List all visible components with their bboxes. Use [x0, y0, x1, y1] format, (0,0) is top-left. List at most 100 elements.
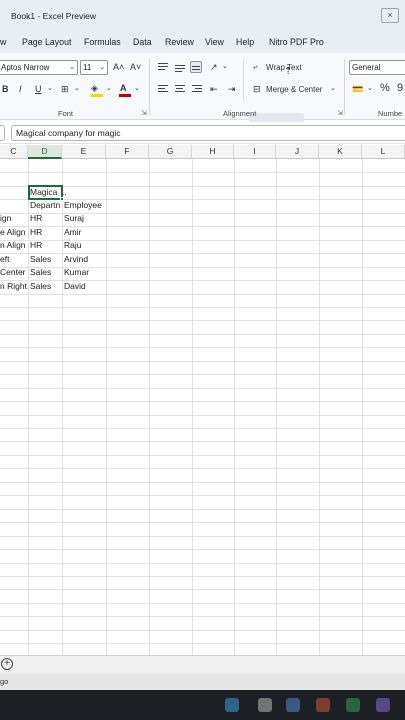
grid-line — [0, 643, 405, 645]
italic-button[interactable]: I — [19, 82, 22, 96]
font-color-icon[interactable]: A — [120, 81, 127, 95]
cell-d[interactable]: HR — [28, 239, 62, 252]
cell-e[interactable]: Suraj — [62, 212, 106, 225]
align-left-icon[interactable] — [157, 84, 169, 96]
column-header-h[interactable]: H — [192, 145, 234, 159]
tab-page-layout[interactable]: Page Layout — [22, 37, 71, 47]
cell-e[interactable]: Kumar — [62, 266, 106, 279]
shrink-font-button[interactable]: A˅ — [130, 60, 141, 74]
taskbar-app-icon[interactable] — [258, 698, 272, 712]
column-header-g[interactable]: G — [149, 145, 192, 159]
percent-button[interactable]: % — [380, 81, 390, 95]
close-icon[interactable]: × — [381, 8, 399, 23]
align-right-icon[interactable] — [191, 84, 203, 96]
tab-nitro-pdf[interactable]: Nitro PDF Pro — [269, 37, 324, 47]
grid-line — [106, 159, 107, 655]
fill-color-swatch — [91, 94, 103, 97]
align-top-icon[interactable] — [157, 62, 169, 74]
tab-data[interactable]: Data — [133, 37, 152, 47]
grid-line — [0, 549, 405, 550]
cell-c[interactable]: ign — [0, 212, 28, 225]
cell-d[interactable]: Sales — [28, 280, 62, 293]
cell-d[interactable]: HR — [28, 226, 62, 239]
column-header-k[interactable]: K — [319, 145, 362, 159]
currency-icon[interactable]: 💳 — [352, 82, 363, 96]
grid-line — [0, 428, 405, 429]
cell-c[interactable]: n Right — [0, 280, 28, 293]
add-sheet-icon[interactable]: + — [1, 658, 13, 670]
wrap-text-icon: ⤶ — [253, 62, 258, 71]
border-icon[interactable]: ⊞ — [61, 82, 69, 96]
fill-handle[interactable] — [60, 197, 64, 201]
taskbar-app-icon[interactable] — [316, 698, 330, 712]
cell-c[interactable]: e Align — [0, 226, 28, 239]
column-header-j[interactable]: J — [276, 145, 319, 159]
merge-center-button[interactable]: Merge & Center — [266, 83, 322, 97]
column-header-f[interactable]: F — [106, 145, 149, 159]
active-cell-selection — [28, 185, 63, 200]
cell-e[interactable]: David — [62, 280, 106, 293]
ribbon-separator — [149, 59, 150, 115]
font-color-swatch — [119, 94, 131, 97]
cell-d[interactable]: HR — [28, 212, 62, 225]
comma-style-button[interactable]: 9 — [397, 81, 403, 95]
font-name-value: Aptos Narrow — [1, 63, 50, 72]
alignment-group-label: Alignment — [223, 109, 257, 118]
tab-view[interactable]: View — [205, 37, 224, 47]
underline-button[interactable]: U — [35, 82, 42, 96]
formula-input[interactable]: Magical company for magic — [11, 125, 405, 141]
align-middle-icon[interactable] — [174, 62, 186, 74]
bold-button[interactable]: B — [2, 82, 9, 96]
name-box[interactable] — [0, 125, 5, 141]
column-header-c[interactable]: C — [0, 145, 28, 159]
font-size-select[interactable]: 11 ⌄ — [80, 60, 108, 75]
cell-e-header[interactable]: Employee — [62, 199, 106, 212]
dropdown-icon[interactable]: ⌄ — [222, 60, 228, 74]
tab-help[interactable]: Help — [236, 37, 254, 47]
column-header-e[interactable]: E — [62, 145, 106, 159]
dropdown-icon[interactable]: ⌄ — [106, 82, 112, 96]
cell-d[interactable]: Sales — [28, 266, 62, 279]
tab-formulas[interactable]: Formulas — [84, 37, 121, 47]
grid-line — [0, 414, 405, 416]
column-header-l[interactable]: L — [362, 145, 405, 159]
tab-draw[interactable]: w — [0, 37, 6, 47]
taskbar-app-icon[interactable] — [346, 698, 360, 712]
dropdown-icon[interactable]: ⌄ — [330, 82, 336, 96]
cell-c[interactable]: n Align — [0, 239, 28, 252]
font-group-label: Font — [58, 109, 74, 118]
number-format-select[interactable]: General — [349, 60, 405, 75]
cell-d-header[interactable]: Departn — [28, 199, 62, 212]
tab-review[interactable]: Review — [165, 37, 194, 47]
align-center-icon[interactable] — [174, 84, 186, 96]
dropdown-icon[interactable]: ⌄ — [367, 82, 373, 96]
dropdown-icon[interactable]: ⌄ — [74, 82, 80, 96]
spreadsheet-grid[interactable]: C D E F G H I J K L Magica .. Departn Em… — [0, 145, 405, 655]
cell-d[interactable]: Sales — [28, 253, 62, 266]
ribbon-separator — [344, 59, 345, 115]
cell-c[interactable]: Center — [0, 266, 28, 279]
column-header-i[interactable]: I — [234, 145, 276, 159]
taskbar-app-icon[interactable] — [225, 698, 239, 712]
dialog-launcher-icon[interactable]: ⇲ — [337, 109, 343, 117]
cell-c[interactable]: eft — [0, 253, 28, 266]
font-name-select[interactable]: Aptos Narrow ⌄ — [0, 60, 78, 75]
grid-line — [0, 468, 405, 470]
grid-line — [0, 172, 405, 174]
align-bottom-icon[interactable] — [190, 61, 202, 73]
grow-font-button[interactable]: A˄ — [113, 60, 124, 74]
fill-color-icon[interactable]: ◈ — [91, 81, 98, 95]
dialog-launcher-icon[interactable]: ⇲ — [141, 109, 147, 117]
taskbar-app-icon[interactable] — [286, 698, 300, 712]
decrease-indent-icon[interactable]: ⇤ — [210, 82, 218, 96]
orientation-icon[interactable]: ↗ — [210, 60, 218, 74]
taskbar-app-icon[interactable] — [376, 698, 390, 712]
cell-e[interactable]: Raju — [62, 239, 106, 252]
dropdown-icon: ⌄ — [69, 64, 75, 71]
cell-e[interactable]: Amir — [62, 226, 106, 239]
increase-indent-icon[interactable]: ⇥ — [228, 82, 236, 96]
dropdown-icon[interactable]: ⌄ — [47, 82, 53, 96]
cell-e[interactable]: Arvind — [62, 253, 106, 266]
dropdown-icon[interactable]: ⌄ — [134, 82, 140, 96]
column-header-d[interactable]: D — [28, 145, 62, 159]
